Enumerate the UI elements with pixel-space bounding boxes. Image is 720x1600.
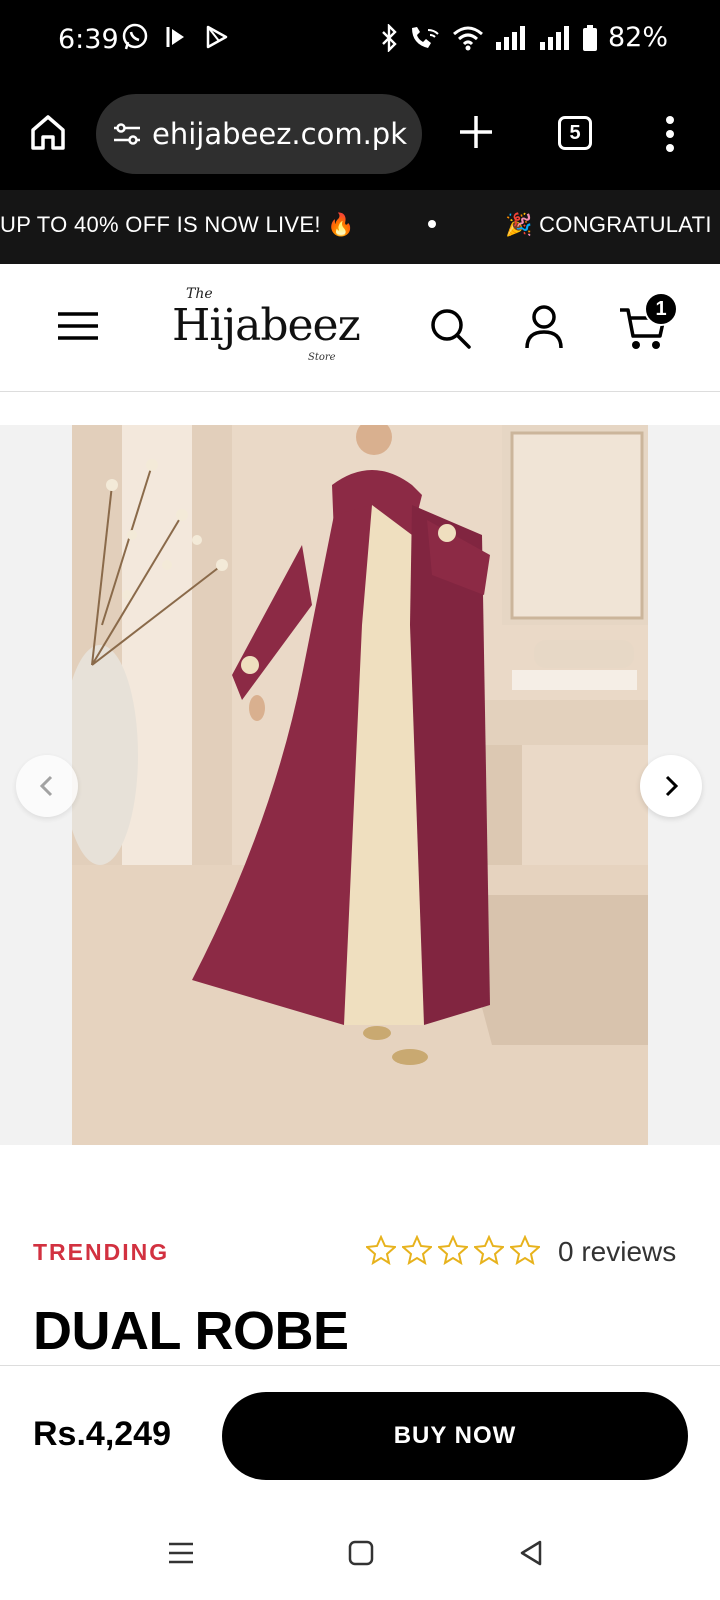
tune-icon[interactable] (112, 119, 142, 149)
wifi-call-icon (411, 26, 439, 48)
star-icon (474, 1235, 504, 1265)
reviews-link[interactable]: 0 reviews (558, 1236, 676, 1268)
rating-stars[interactable] (366, 1235, 540, 1265)
back-icon[interactable] (516, 1538, 546, 1568)
more-vert-icon[interactable] (660, 114, 680, 154)
chevron-right-icon (665, 775, 679, 797)
status-right-icons: 82% (380, 22, 668, 53)
product-price: Rs.4,249 (33, 1415, 171, 1453)
announcement-message: 🎉 CONGRATULATI (505, 212, 712, 237)
url-text: ehijabeez.com.pk (152, 117, 407, 151)
logo-name: Hijabeez (172, 300, 361, 351)
play-store-icon (206, 25, 228, 49)
recent-apps-icon[interactable] (166, 1538, 196, 1568)
product-title: DUAL ROBE (33, 1301, 349, 1361)
previous-image-button[interactable] (16, 755, 78, 817)
signal-icon (495, 25, 525, 50)
bluetooth-icon (382, 23, 397, 52)
plus-icon[interactable] (456, 112, 496, 152)
logo-sub: Store (308, 352, 336, 363)
status-time: 6:39 (58, 24, 119, 55)
product-photo (72, 425, 648, 1145)
star-icon (402, 1235, 432, 1265)
system-nav-bar (0, 1502, 720, 1600)
menu-icon[interactable] (58, 310, 98, 342)
status-bar: 6:39 82% (0, 0, 720, 80)
home-button-icon[interactable] (346, 1538, 376, 1568)
divider (0, 1365, 720, 1366)
site-logo[interactable]: The Hijabeez Store (172, 286, 362, 370)
signal-icon (539, 25, 569, 50)
home-icon[interactable] (28, 112, 68, 152)
product-badge: TRENDING (33, 1239, 170, 1265)
product-image[interactable] (72, 425, 648, 1145)
announcement-bar[interactable]: UP TO 40% OFF IS NOW LIVE! 🔥 🎉 CONGRATUL… (0, 190, 720, 264)
search-icon[interactable] (428, 306, 472, 350)
whatsapp-icon (122, 23, 148, 50)
site-header: The Hijabeez Store (0, 264, 720, 392)
status-left-icons (120, 22, 230, 52)
address-bar[interactable]: ehijabeez.com.pk (96, 94, 422, 174)
product-gallery (0, 425, 720, 1145)
buy-now-button[interactable]: BUY NOW (222, 1392, 688, 1480)
star-icon (366, 1235, 396, 1265)
wifi-icon (453, 26, 483, 50)
chevron-left-icon (39, 775, 53, 797)
star-icon (510, 1235, 540, 1265)
star-icon (438, 1235, 468, 1265)
browser-toolbar: ehijabeez.com.pk 5 (0, 80, 720, 190)
battery-icon (582, 24, 597, 51)
next-image-button[interactable] (640, 755, 702, 817)
separator-dot (428, 220, 436, 228)
announcement-message: UP TO 40% OFF IS NOW LIVE! 🔥 (0, 212, 355, 237)
tab-switcher-button[interactable]: 5 (558, 116, 592, 150)
cart-count-badge: 1 (644, 292, 678, 326)
app-icon (166, 27, 184, 47)
account-icon[interactable] (524, 304, 564, 350)
battery-level: 82% (607, 22, 668, 53)
